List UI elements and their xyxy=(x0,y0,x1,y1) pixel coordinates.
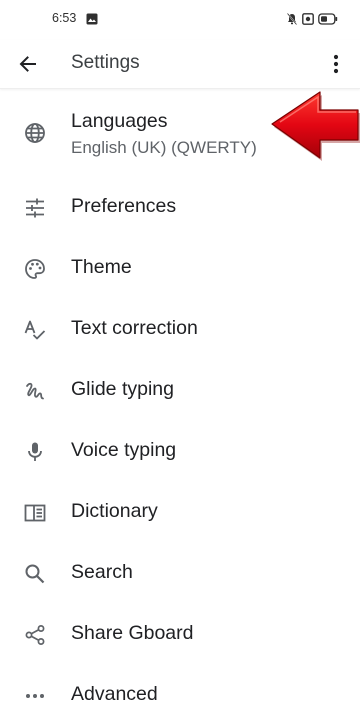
app-bar: Settings xyxy=(0,40,360,89)
page-title: Settings xyxy=(71,52,140,73)
palette-icon xyxy=(23,257,47,281)
menu-item-label: Text correction xyxy=(71,317,198,339)
battery-icon xyxy=(318,12,338,30)
menu-item-dictionary[interactable]: Dictionary xyxy=(0,482,360,543)
status-time: 6:53 xyxy=(52,11,77,25)
back-button[interactable] xyxy=(10,46,46,82)
gesture-icon xyxy=(23,379,47,403)
menu-item-theme[interactable]: Theme xyxy=(0,238,360,299)
menu-item-label: Search xyxy=(71,561,133,583)
menu-item-label: Glide typing xyxy=(71,378,174,400)
menu-item-search[interactable]: Search xyxy=(0,543,360,604)
book-icon xyxy=(23,501,47,525)
gallery-notification-icon xyxy=(86,12,98,30)
menu-item-label: Share Gboard xyxy=(71,622,194,644)
back-arrow-icon xyxy=(19,56,36,72)
menu-item-glide-typing[interactable]: Glide typing xyxy=(0,360,360,421)
menu-item-label: Theme xyxy=(71,256,132,278)
mute-bell-icon xyxy=(286,12,298,30)
sliders-icon xyxy=(23,196,47,220)
menu-item-label: Voice typing xyxy=(71,439,177,461)
overflow-menu-button[interactable] xyxy=(322,46,350,82)
menu-item-preferences[interactable]: Preferences xyxy=(0,177,360,238)
menu-item-label: Languages xyxy=(71,110,168,132)
more-horizontal-icon xyxy=(23,684,47,708)
share-icon xyxy=(23,623,47,647)
menu-item-voice-typing[interactable]: Voice typing xyxy=(0,421,360,482)
menu-item-label: Preferences xyxy=(71,195,177,217)
menu-item-advanced[interactable]: Advanced xyxy=(0,665,360,726)
microphone-icon xyxy=(23,440,47,464)
more-vertical-icon xyxy=(333,54,339,74)
status-bar: 6:53 xyxy=(0,0,360,40)
menu-item-share-gboard[interactable]: Share Gboard xyxy=(0,604,360,665)
spellcheck-icon xyxy=(23,318,47,342)
menu-item-sublabel: English (UK) (QWERTY) xyxy=(71,138,257,157)
menu-item-label: Dictionary xyxy=(71,500,158,522)
menu-item-text-correction[interactable]: Text correction xyxy=(0,299,360,360)
menu-item-label: Advanced xyxy=(71,683,158,705)
screen-record-icon xyxy=(302,12,314,30)
search-icon xyxy=(23,562,47,586)
globe-icon xyxy=(23,121,47,145)
pointer-arrow-icon xyxy=(271,91,360,161)
